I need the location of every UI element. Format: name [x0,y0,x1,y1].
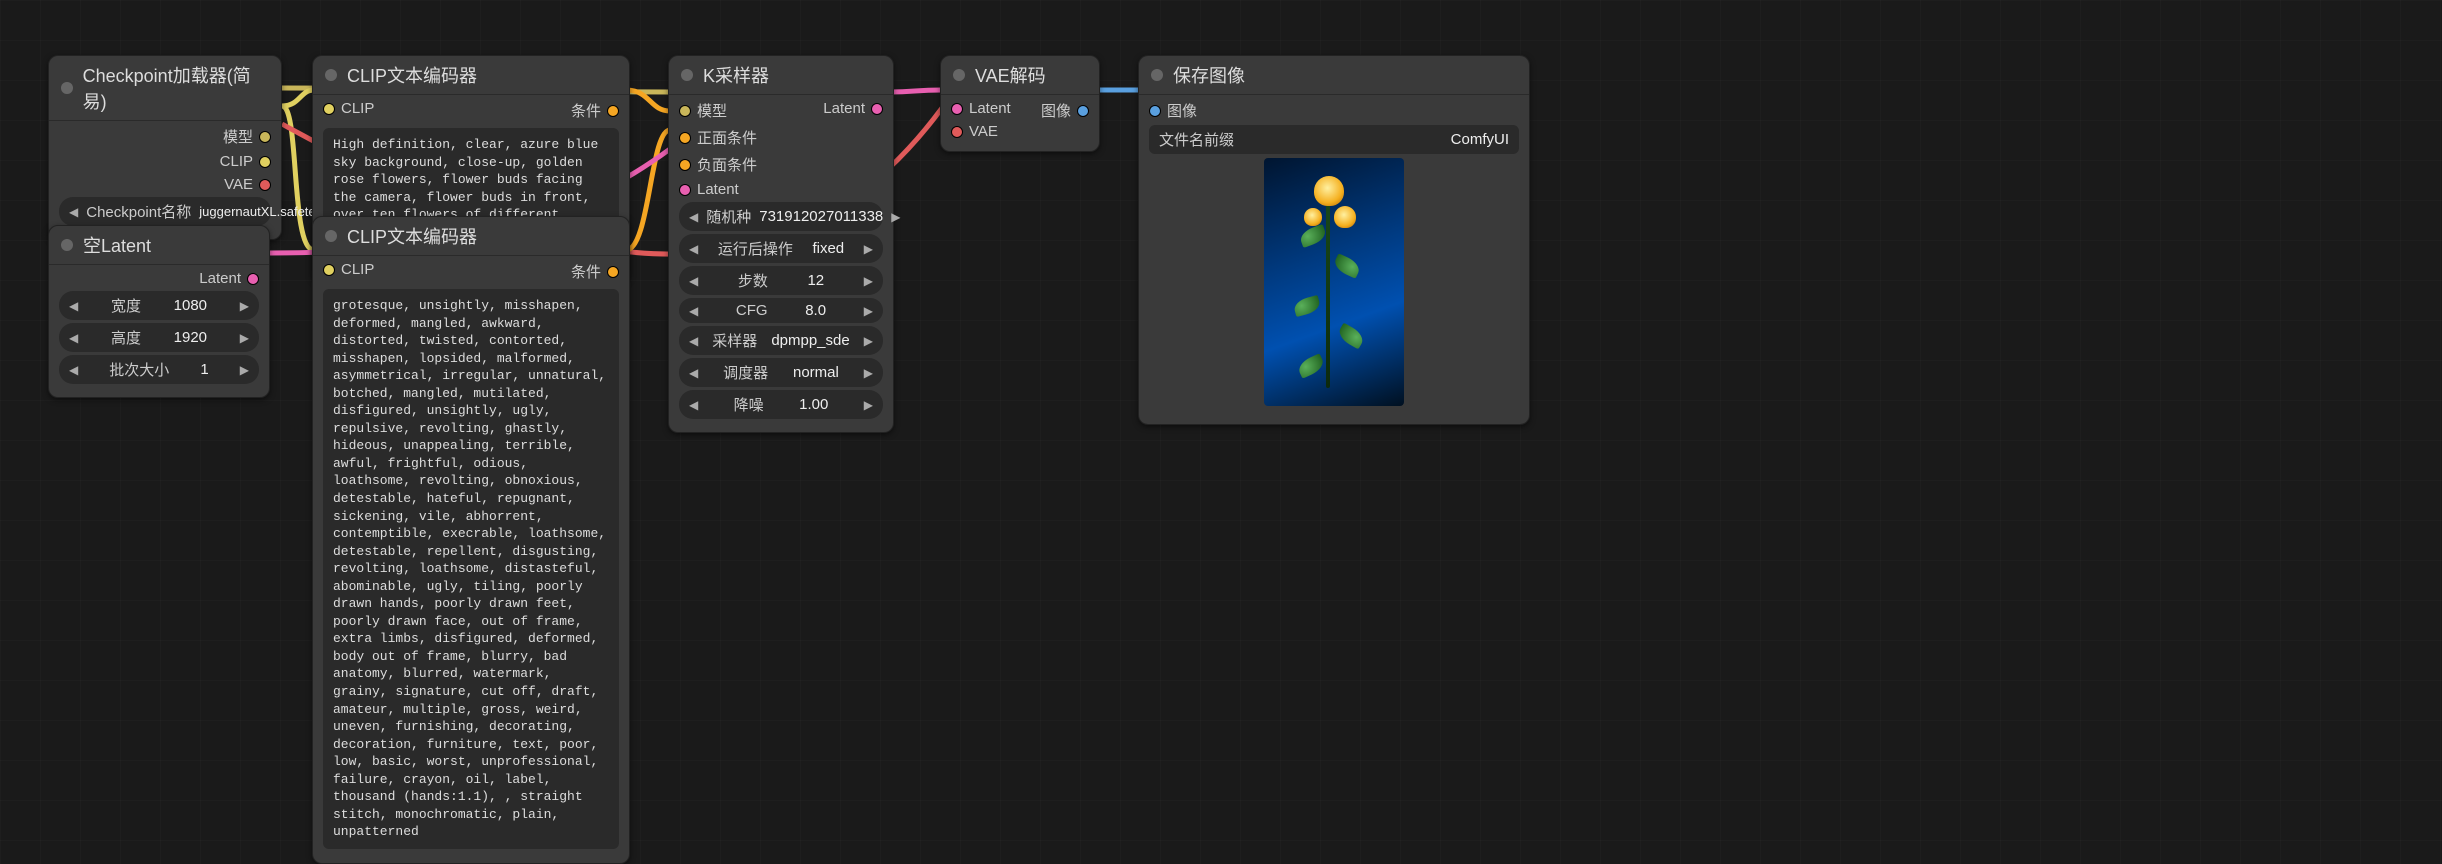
output-model[interactable]: 模型 [216,125,275,148]
arrow-left-icon[interactable]: ◀ [69,299,78,313]
output-conditioning[interactable]: 条件 [567,99,623,122]
node-title[interactable]: 保存图像 [1139,56,1529,95]
arrow-left-icon[interactable]: ◀ [689,274,698,288]
arrow-left-icon[interactable]: ◀ [689,242,698,256]
title-text: VAE解码 [975,62,1046,88]
sampler-widget[interactable]: ◀ 采样器 dpmpp_sde ▶ [679,326,883,355]
steps-widget[interactable]: ◀ 步数 12 ▶ [679,266,883,295]
title-text: Checkpoint加载器(简易) [83,62,269,114]
input-image[interactable]: 图像 [1145,99,1201,122]
cfg-widget[interactable]: ◀ CFG 8.0 ▶ [679,298,883,323]
arrow-left-icon[interactable]: ◀ [689,304,698,318]
checkpoint-name-widget[interactable]: ◀ Checkpoint名称 juggernautXL.safetensors … [59,197,271,226]
arrow-left-icon[interactable]: ◀ [689,334,698,348]
arrow-right-icon[interactable]: ▶ [240,331,249,345]
collapse-dot-icon[interactable] [1151,69,1163,81]
collapse-dot-icon[interactable] [953,69,965,81]
arrow-left-icon[interactable]: ◀ [69,205,78,219]
seed-after-widget[interactable]: ◀ 运行后操作 fixed ▶ [679,234,883,263]
arrow-right-icon[interactable]: ▶ [864,242,873,256]
collapse-dot-icon[interactable] [681,69,693,81]
arrow-left-icon[interactable]: ◀ [689,210,698,224]
input-positive[interactable]: 正面条件 [675,126,761,149]
node-empty-latent[interactable]: 空Latent Latent ◀ 宽度 1080 ▶ ◀ 高度 1920 ▶ ◀… [48,225,270,398]
input-negative[interactable]: 负面条件 [675,153,761,176]
output-vae[interactable]: VAE [216,175,275,194]
output-latent[interactable]: Latent [195,269,263,288]
height-widget[interactable]: ◀ 高度 1920 ▶ [59,323,259,352]
node-vae-decode[interactable]: VAE解码 Latent VAE 图像 [940,55,1100,152]
node-save-image[interactable]: 保存图像 图像 文件名前缀 ComfyUI [1138,55,1530,425]
title-text: K采样器 [703,62,769,88]
arrow-right-icon[interactable]: ▶ [864,304,873,318]
collapse-dot-icon[interactable] [61,239,73,251]
input-vae[interactable]: VAE [947,122,1015,141]
arrow-right-icon[interactable]: ▶ [864,274,873,288]
arrow-right-icon[interactable]: ▶ [864,334,873,348]
collapse-dot-icon[interactable] [325,69,337,81]
title-text: 空Latent [83,232,151,258]
arrow-left-icon[interactable]: ◀ [689,366,698,380]
node-clip-text-encode-negative[interactable]: CLIP文本编码器 CLIP 条件 grotesque, unsightly, … [312,216,630,864]
output-clip[interactable]: CLIP [216,152,275,171]
width-widget[interactable]: ◀ 宽度 1080 ▶ [59,291,259,320]
negative-prompt-textarea[interactable]: grotesque, unsightly, misshapen, deforme… [323,289,619,849]
title-text: 保存图像 [1173,62,1245,88]
node-checkpoint-loader[interactable]: Checkpoint加载器(简易) 模型 CLIP VAE ◀ Checkpoi… [48,55,282,240]
filename-prefix-widget[interactable]: 文件名前缀 ComfyUI [1149,125,1519,154]
scheduler-widget[interactable]: ◀ 调度器 normal ▶ [679,358,883,387]
input-latent[interactable]: Latent [675,180,761,199]
node-title[interactable]: CLIP文本编码器 [313,217,629,256]
arrow-left-icon[interactable]: ◀ [69,331,78,345]
arrow-left-icon[interactable]: ◀ [69,363,78,377]
arrow-right-icon[interactable]: ▶ [864,398,873,412]
collapse-dot-icon[interactable] [61,82,73,94]
batch-widget[interactable]: ◀ 批次大小 1 ▶ [59,355,259,384]
input-latent[interactable]: Latent [947,99,1015,118]
node-title[interactable]: VAE解码 [941,56,1099,95]
arrow-right-icon[interactable]: ▶ [864,366,873,380]
collapse-dot-icon[interactable] [325,230,337,242]
input-model[interactable]: 模型 [675,99,761,122]
arrow-right-icon[interactable]: ▶ [891,210,900,224]
output-image[interactable]: 图像 [1037,99,1093,122]
input-clip[interactable]: CLIP [319,99,378,118]
arrow-left-icon[interactable]: ◀ [689,398,698,412]
node-title[interactable]: 空Latent [49,226,269,265]
output-image-preview[interactable] [1264,158,1404,406]
output-latent[interactable]: Latent [819,99,887,118]
title-text: CLIP文本编码器 [347,223,477,249]
seed-widget[interactable]: ◀ 随机种 731912027011338 ▶ [679,202,883,231]
title-text: CLIP文本编码器 [347,62,477,88]
denoise-widget[interactable]: ◀ 降噪 1.00 ▶ [679,390,883,419]
arrow-right-icon[interactable]: ▶ [240,299,249,313]
node-title[interactable]: K采样器 [669,56,893,95]
arrow-right-icon[interactable]: ▶ [240,363,249,377]
node-title[interactable]: Checkpoint加载器(简易) [49,56,281,121]
input-clip[interactable]: CLIP [319,260,378,279]
node-title[interactable]: CLIP文本编码器 [313,56,629,95]
output-conditioning[interactable]: 条件 [567,260,623,283]
node-ksampler[interactable]: K采样器 模型 正面条件 负面条件 Latent Latent ◀ 随机种 73… [668,55,894,433]
